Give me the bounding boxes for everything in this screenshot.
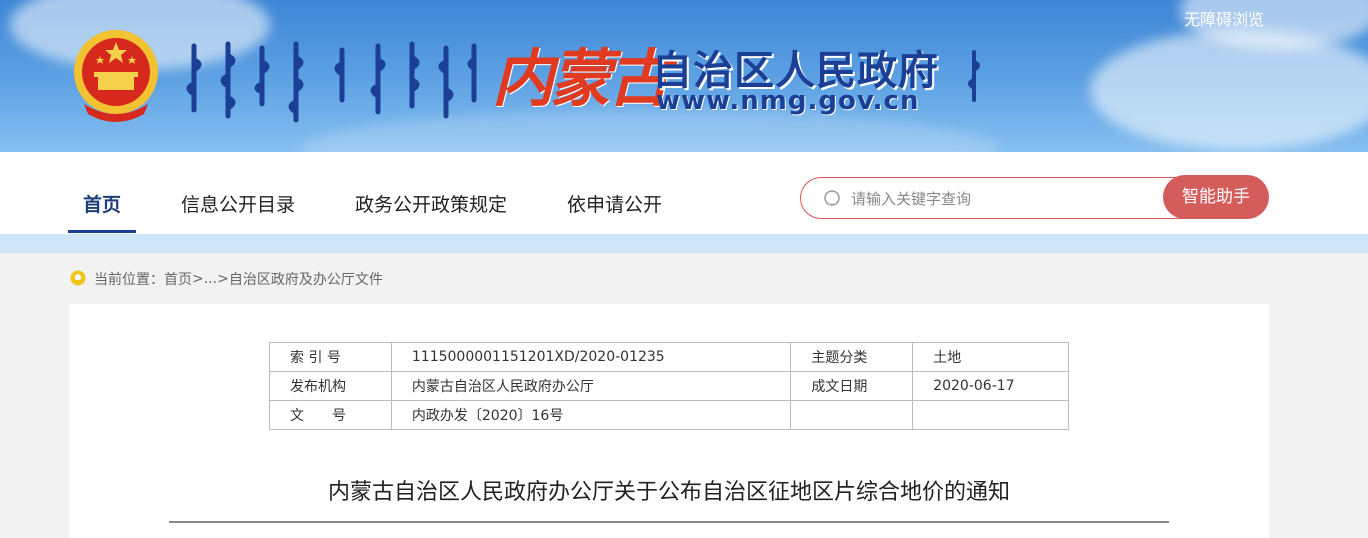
meta-empty-cell [912,400,1069,430]
table-row: 索 引 号 1115000001151201XD/2020-01235 主题分类… [269,342,1069,372]
header-banner: 无障碍浏览 内蒙古 自治区人民政府 www.nmg.gov.cn [0,0,1368,152]
location-pin-icon [70,270,86,286]
table-row: 文 号 内政办发〔2020〕16号 [269,400,1069,430]
meta-label-index: 索 引 号 [269,342,392,372]
breadcrumb-ellipsis[interactable]: ... [204,271,217,287]
breadcrumb-prefix: 当前位置： [94,272,164,288]
nav-request-disclosure[interactable]: 依申请公开 [567,190,662,217]
nav-active-indicator [68,230,136,233]
breadcrumb: 当前位置： 首页 > ... > 自治区政府及办公厅文件 [70,269,383,289]
meta-label-category: 主题分类 [790,342,914,372]
meta-value-category: 土地 [912,342,1069,372]
mongolian-script-logo [186,41,477,123]
breadcrumb-home[interactable]: 首页 [164,269,192,289]
meta-label-date: 成文日期 [790,371,914,401]
national-emblem-icon [74,30,158,122]
search-icon [824,190,840,206]
search-input[interactable] [849,186,1153,212]
brand-calligraphy: 内蒙古 [492,42,670,115]
nav-policy-rules[interactable]: 政务公开政策规定 [355,190,507,217]
meta-label-publisher: 发布机构 [269,371,392,401]
meta-empty-cell [790,400,914,430]
accessibility-link[interactable]: 无障碍浏览 [1184,6,1264,30]
table-row: 发布机构 内蒙古自治区人民政府办公厅 成文日期 2020-06-17 [269,371,1069,401]
meta-value-publisher: 内蒙古自治区人民政府办公厅 [390,371,792,401]
breadcrumb-separator: > [192,271,204,287]
breadcrumb-separator: > [217,271,229,287]
brand-url: www.nmg.gov.cn [656,86,920,116]
nav-home[interactable]: 首页 [83,190,121,217]
document-meta-table: 索 引 号 1115000001151201XD/2020-01235 主题分类… [269,342,1069,430]
article-content: 索 引 号 1115000001151201XD/2020-01235 主题分类… [69,304,1269,538]
meta-value-index: 1115000001151201XD/2020-01235 [390,342,792,372]
meta-value-date: 2020-06-17 [912,371,1069,401]
meta-value-doc-number: 内政办发〔2020〕16号 [390,400,792,430]
meta-label-doc-number: 文 号 [269,400,392,430]
nav-info-catalog[interactable]: 信息公开目录 [181,190,295,217]
document-title: 内蒙古自治区人民政府办公厅关于公布自治区征地区片综合地价的通知 [327,480,1010,505]
nav-divider-stripe [0,234,1368,253]
breadcrumb-current[interactable]: 自治区政府及办公厅文件 [229,269,383,289]
title-divider [169,521,1169,523]
mongolian-script-small-logo [968,50,980,102]
smart-assistant-button[interactable]: 智能助手 [1163,175,1269,219]
cloud-decoration [1090,30,1368,150]
